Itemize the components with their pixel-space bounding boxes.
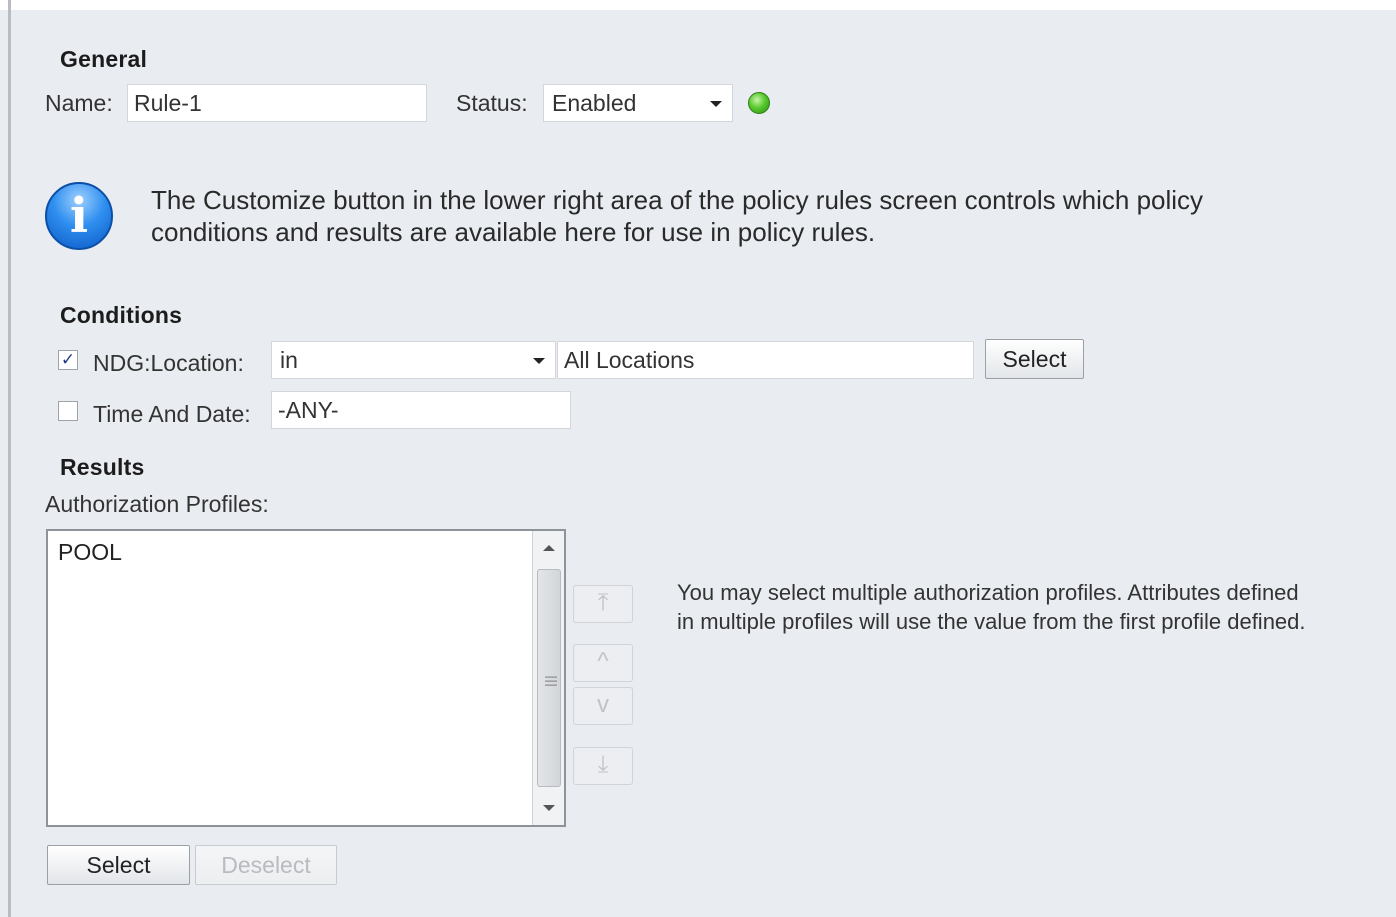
general-heading: General	[60, 46, 148, 72]
ndg-operator-value: in	[280, 347, 298, 373]
time-and-date-label: Time And Date:	[93, 401, 251, 427]
ndg-location-label: NDG:Location:	[93, 350, 244, 376]
window-top-edge	[0, 0, 1396, 10]
profiles-deselect-button[interactable]: Deselect	[195, 845, 337, 885]
move-top-icon: ⤒	[597, 589, 609, 616]
profiles-note-line-2: in multiple profiles will use the value …	[677, 609, 1306, 634]
move-top-button[interactable]: ⤒	[573, 585, 633, 623]
status-enabled-indicator-icon	[748, 92, 770, 114]
move-down-button[interactable]: v	[573, 687, 633, 725]
time-and-date-checkbox[interactable]	[58, 401, 78, 421]
move-down-icon: v	[597, 691, 609, 718]
ndg-location-checkbox[interactable]: ✓	[58, 350, 78, 370]
ndg-location-value-field[interactable]: All Locations	[557, 341, 974, 379]
list-item[interactable]: POOL	[58, 539, 122, 566]
chevron-down-icon	[533, 358, 545, 364]
ndg-location-select-button[interactable]: Select	[985, 339, 1084, 379]
name-label: Name:	[45, 90, 113, 116]
info-icon: i	[45, 182, 113, 250]
move-bottom-button[interactable]: ⤓	[573, 747, 633, 785]
authorization-profiles-list[interactable]: POOL ― ― ―	[46, 529, 566, 827]
profiles-select-button[interactable]: Select	[47, 845, 190, 885]
ndg-operator-dropdown[interactable]: in	[271, 341, 556, 379]
window-left-border	[8, 0, 11, 917]
scroll-thumb[interactable]: ― ― ―	[537, 569, 561, 787]
status-dropdown-value: Enabled	[552, 90, 637, 116]
move-bottom-icon: ⤓	[597, 751, 609, 778]
time-and-date-field[interactable]: -ANY-	[271, 391, 571, 429]
info-text-line-1: The Customize button in the lower right …	[151, 185, 1204, 215]
status-dropdown[interactable]: Enabled	[543, 84, 733, 122]
status-label: Status:	[456, 90, 528, 116]
info-text-line-2: conditions and results are available her…	[151, 217, 876, 247]
scroll-down-arrow-icon[interactable]	[543, 805, 555, 811]
grip-icon: ― ― ―	[545, 669, 557, 691]
list-scrollbar[interactable]: ― ― ―	[532, 531, 564, 825]
move-up-icon: ^	[597, 648, 609, 675]
name-input[interactable]: Rule-1	[127, 84, 427, 122]
conditions-heading: Conditions	[60, 302, 183, 328]
move-up-button[interactable]: ^	[573, 644, 633, 682]
chevron-down-icon	[710, 101, 722, 107]
scroll-up-arrow-icon[interactable]	[543, 545, 555, 551]
profiles-note-line-1: You may select multiple authorization pr…	[677, 580, 1299, 605]
results-heading: Results	[60, 454, 145, 480]
authorization-profiles-label: Authorization Profiles:	[45, 491, 269, 517]
